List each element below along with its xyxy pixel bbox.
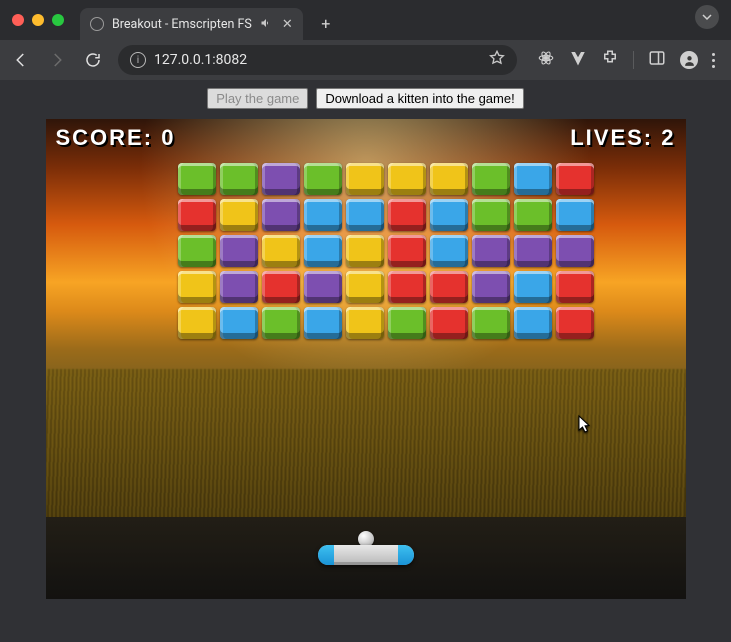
brick	[514, 307, 552, 339]
brick	[304, 235, 342, 267]
brick	[178, 235, 216, 267]
game-controls-row: Play the game Download a kitten into the…	[207, 88, 523, 109]
brick	[388, 163, 426, 195]
brick	[178, 163, 216, 195]
site-info-icon[interactable]: i	[130, 52, 146, 68]
brick	[262, 307, 300, 339]
brick	[556, 199, 594, 231]
brick	[346, 235, 384, 267]
score-label: SCORE:	[56, 125, 154, 150]
brick	[346, 163, 384, 195]
paddle	[318, 545, 414, 565]
brick	[472, 307, 510, 339]
brick	[346, 307, 384, 339]
page-content: Play the game Download a kitten into the…	[0, 80, 731, 642]
game-background-grass	[46, 369, 686, 527]
menu-button[interactable]	[712, 53, 715, 68]
brick	[430, 235, 468, 267]
brick	[430, 307, 468, 339]
brick	[472, 199, 510, 231]
brick	[388, 235, 426, 267]
brick	[556, 235, 594, 267]
brick	[262, 163, 300, 195]
side-panel-icon[interactable]	[648, 49, 666, 71]
close-tab-icon[interactable]: ✕	[282, 17, 293, 32]
brick	[514, 271, 552, 303]
new-tab-button[interactable]: +	[313, 10, 339, 36]
brick	[556, 307, 594, 339]
lives-value: 2	[661, 125, 675, 150]
sound-icon[interactable]	[260, 17, 272, 32]
brick	[388, 271, 426, 303]
brick	[472, 271, 510, 303]
brick	[514, 163, 552, 195]
hud: SCORE: 0 LIVES: 2	[56, 125, 676, 151]
brick	[178, 199, 216, 231]
brick	[304, 163, 342, 195]
brick	[514, 235, 552, 267]
brick	[262, 199, 300, 231]
brick	[220, 271, 258, 303]
browser-toolbar: i 127.0.0.1:8082	[0, 40, 731, 80]
browser-tab[interactable]: Breakout - Emscripten FS ✕	[80, 8, 303, 40]
minimize-window-button[interactable]	[32, 14, 44, 26]
game-canvas[interactable]: SCORE: 0 LIVES: 2	[46, 119, 686, 599]
tab-strip: Breakout - Emscripten FS ✕ +	[80, 0, 687, 40]
separator	[633, 51, 634, 69]
score-display: SCORE: 0	[56, 125, 176, 151]
window-controls	[12, 14, 64, 26]
tabs-dropdown-button[interactable]	[695, 5, 719, 29]
bookmark-icon[interactable]	[489, 50, 505, 70]
brick	[472, 163, 510, 195]
brick	[430, 163, 468, 195]
brick	[430, 271, 468, 303]
vue-devtools-icon[interactable]	[569, 49, 587, 71]
play-game-button[interactable]: Play the game	[207, 88, 308, 109]
lives-label: LIVES:	[570, 125, 653, 150]
score-value: 0	[161, 125, 175, 150]
globe-icon	[90, 17, 104, 31]
extensions-icon[interactable]	[601, 49, 619, 71]
lives-display: LIVES: 2	[570, 125, 675, 151]
url-text: 127.0.0.1:8082	[154, 52, 247, 68]
tab-title: Breakout - Emscripten FS	[112, 17, 252, 32]
brick	[304, 199, 342, 231]
brick	[472, 235, 510, 267]
maximize-window-button[interactable]	[52, 14, 64, 26]
brick-grid	[136, 163, 596, 341]
brick	[388, 199, 426, 231]
forward-button[interactable]	[46, 49, 68, 71]
address-bar[interactable]: i 127.0.0.1:8082	[118, 45, 517, 75]
brick	[346, 199, 384, 231]
brick	[178, 271, 216, 303]
download-kitten-button[interactable]: Download a kitten into the game!	[316, 88, 523, 109]
close-window-button[interactable]	[12, 14, 24, 26]
brick	[304, 271, 342, 303]
brick	[430, 199, 468, 231]
brick	[220, 235, 258, 267]
brick	[556, 163, 594, 195]
brick	[220, 163, 258, 195]
brick	[346, 271, 384, 303]
brick	[388, 307, 426, 339]
brick	[514, 199, 552, 231]
brick	[262, 235, 300, 267]
brick	[220, 199, 258, 231]
toolbar-icons	[531, 49, 721, 71]
brick	[304, 307, 342, 339]
back-button[interactable]	[10, 49, 32, 71]
brick	[556, 271, 594, 303]
brick	[178, 307, 216, 339]
react-devtools-icon[interactable]	[537, 49, 555, 71]
reload-button[interactable]	[82, 49, 104, 71]
brick	[220, 307, 258, 339]
profile-avatar[interactable]	[680, 51, 698, 69]
titlebar: Breakout - Emscripten FS ✕ +	[0, 0, 731, 40]
brick	[262, 271, 300, 303]
